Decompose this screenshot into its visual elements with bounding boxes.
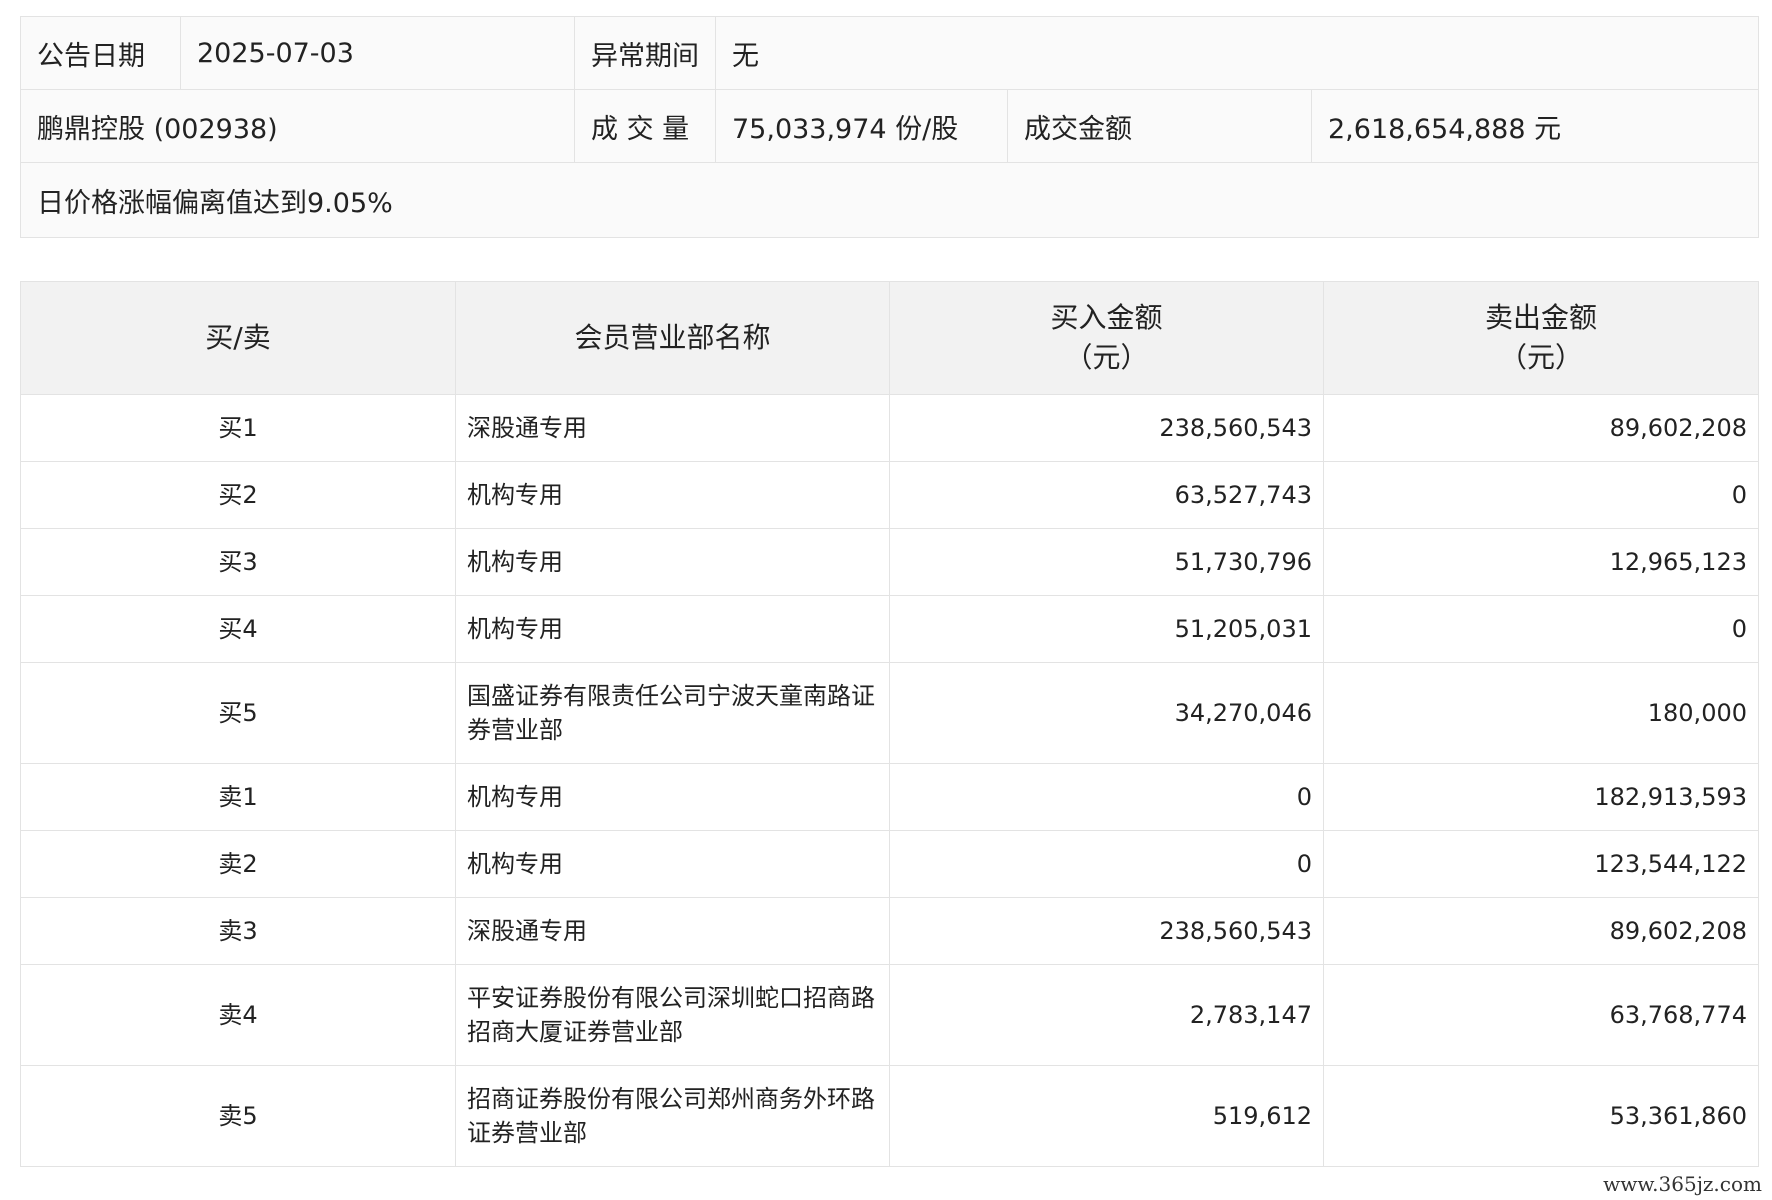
row-side: 卖1 [20,763,456,831]
row-side: 卖4 [20,964,456,1066]
row-buy-amount: 0 [889,763,1324,831]
abnormal-period-label: 异常期间 [574,16,716,90]
row-sell-amount: 89,602,208 [1323,394,1759,462]
header-buy-line1: 买入金额 [1050,301,1163,334]
amount-label: 成交金额 [1007,89,1312,163]
announce-date-value: 2025-07-03 [180,16,575,90]
row-side: 买2 [20,461,456,529]
row-sell-amount: 180,000 [1323,662,1759,764]
row-sell-amount: 12,965,123 [1323,528,1759,596]
volume-value: 75,033,974 份/股 [715,89,1008,163]
info-row-date: 公告日期 2025-07-03 异常期间 无 [20,16,1759,90]
row-buy-amount: 63,527,743 [889,461,1324,529]
row-buy-amount: 2,783,147 [889,964,1324,1066]
table-row: 买5 国盛证券有限责任公司宁波天童南路证券营业部 34,270,046 180,… [20,662,1759,764]
header-sell-line1: 卖出金额 [1484,301,1597,334]
trade-detail-table: 买/卖 会员营业部名称 买入金额 （元） 卖出金额 （元） 买1 深股通专用 238… [20,281,1759,1167]
row-side: 卖2 [20,830,456,898]
row-sell-amount: 123,544,122 [1323,830,1759,898]
row-sell-amount: 0 [1323,461,1759,529]
row-member-name: 机构专用 [455,528,890,596]
row-member-name: 国盛证券有限责任公司宁波天童南路证券营业部 [455,662,890,764]
table-row: 买4 机构专用 51,205,031 0 [20,595,1759,663]
amount-value: 2,618,654,888 元 [1311,89,1759,163]
deviation-description: 日价格涨幅偏离值达到9.05% [20,162,1759,238]
info-row-volume: 鹏鼎控股 (002938) 成 交 量 75,033,974 份/股 成交金额 … [20,89,1759,163]
row-buy-amount: 0 [889,830,1324,898]
table-row: 卖3 深股通专用 238,560,543 89,602,208 [20,897,1759,965]
abnormal-period-value: 无 [715,16,1759,90]
table-row: 买2 机构专用 63,527,743 0 [20,461,1759,529]
row-sell-amount: 0 [1323,595,1759,663]
row-sell-amount: 89,602,208 [1323,897,1759,965]
announcement-info-table: 公告日期 2025-07-03 异常期间 无 鹏鼎控股 (002938) 成 交… [20,16,1759,238]
row-side: 买1 [20,394,456,462]
row-sell-amount: 53,361,860 [1323,1065,1759,1167]
row-member-name: 招商证券股份有限公司郑州商务外环路证券营业部 [455,1065,890,1167]
table-row: 买1 深股通专用 238,560,543 89,602,208 [20,394,1759,462]
site-watermark: www.365jz.com [1599,1172,1766,1196]
row-sell-amount: 182,913,593 [1323,763,1759,831]
stock-name: 鹏鼎控股 (002938) [20,89,575,163]
announce-date-label: 公告日期 [20,16,181,90]
row-member-name: 深股通专用 [455,394,890,462]
row-buy-amount: 238,560,543 [889,394,1324,462]
row-member-name: 机构专用 [455,830,890,898]
row-member-name: 机构专用 [455,461,890,529]
row-member-name: 机构专用 [455,763,890,831]
row-side: 买5 [20,662,456,764]
row-side: 卖3 [20,897,456,965]
table-row: 卖1 机构专用 0 182,913,593 [20,763,1759,831]
header-sell-line2: （元） [1498,341,1583,374]
row-side: 买3 [20,528,456,596]
trade-table-header: 买/卖 会员营业部名称 买入金额 （元） 卖出金额 （元） [20,281,1759,395]
header-buy-line2: （元） [1064,341,1149,374]
info-row-description: 日价格涨幅偏离值达到9.05% [20,162,1759,238]
table-row: 卖4 平安证券股份有限公司深圳蛇口招商路招商大厦证券营业部 2,783,147 … [20,964,1759,1066]
table-row: 买3 机构专用 51,730,796 12,965,123 [20,528,1759,596]
row-buy-amount: 51,730,796 [889,528,1324,596]
row-buy-amount: 51,205,031 [889,595,1324,663]
row-sell-amount: 63,768,774 [1323,964,1759,1066]
row-side: 买4 [20,595,456,663]
row-member-name: 平安证券股份有限公司深圳蛇口招商路招商大厦证券营业部 [455,964,890,1066]
header-member: 会员营业部名称 [455,281,890,395]
row-buy-amount: 519,612 [889,1065,1324,1167]
table-row: 卖5 招商证券股份有限公司郑州商务外环路证券营业部 519,612 53,361… [20,1065,1759,1167]
header-buy-amount: 买入金额 （元） [889,281,1324,395]
row-buy-amount: 238,560,543 [889,897,1324,965]
row-member-name: 深股通专用 [455,897,890,965]
table-row: 卖2 机构专用 0 123,544,122 [20,830,1759,898]
row-buy-amount: 34,270,046 [889,662,1324,764]
volume-label: 成 交 量 [574,89,716,163]
row-side: 卖5 [20,1065,456,1167]
row-member-name: 机构专用 [455,595,890,663]
header-sell-amount: 卖出金额 （元） [1323,281,1759,395]
header-side: 买/卖 [20,281,456,395]
